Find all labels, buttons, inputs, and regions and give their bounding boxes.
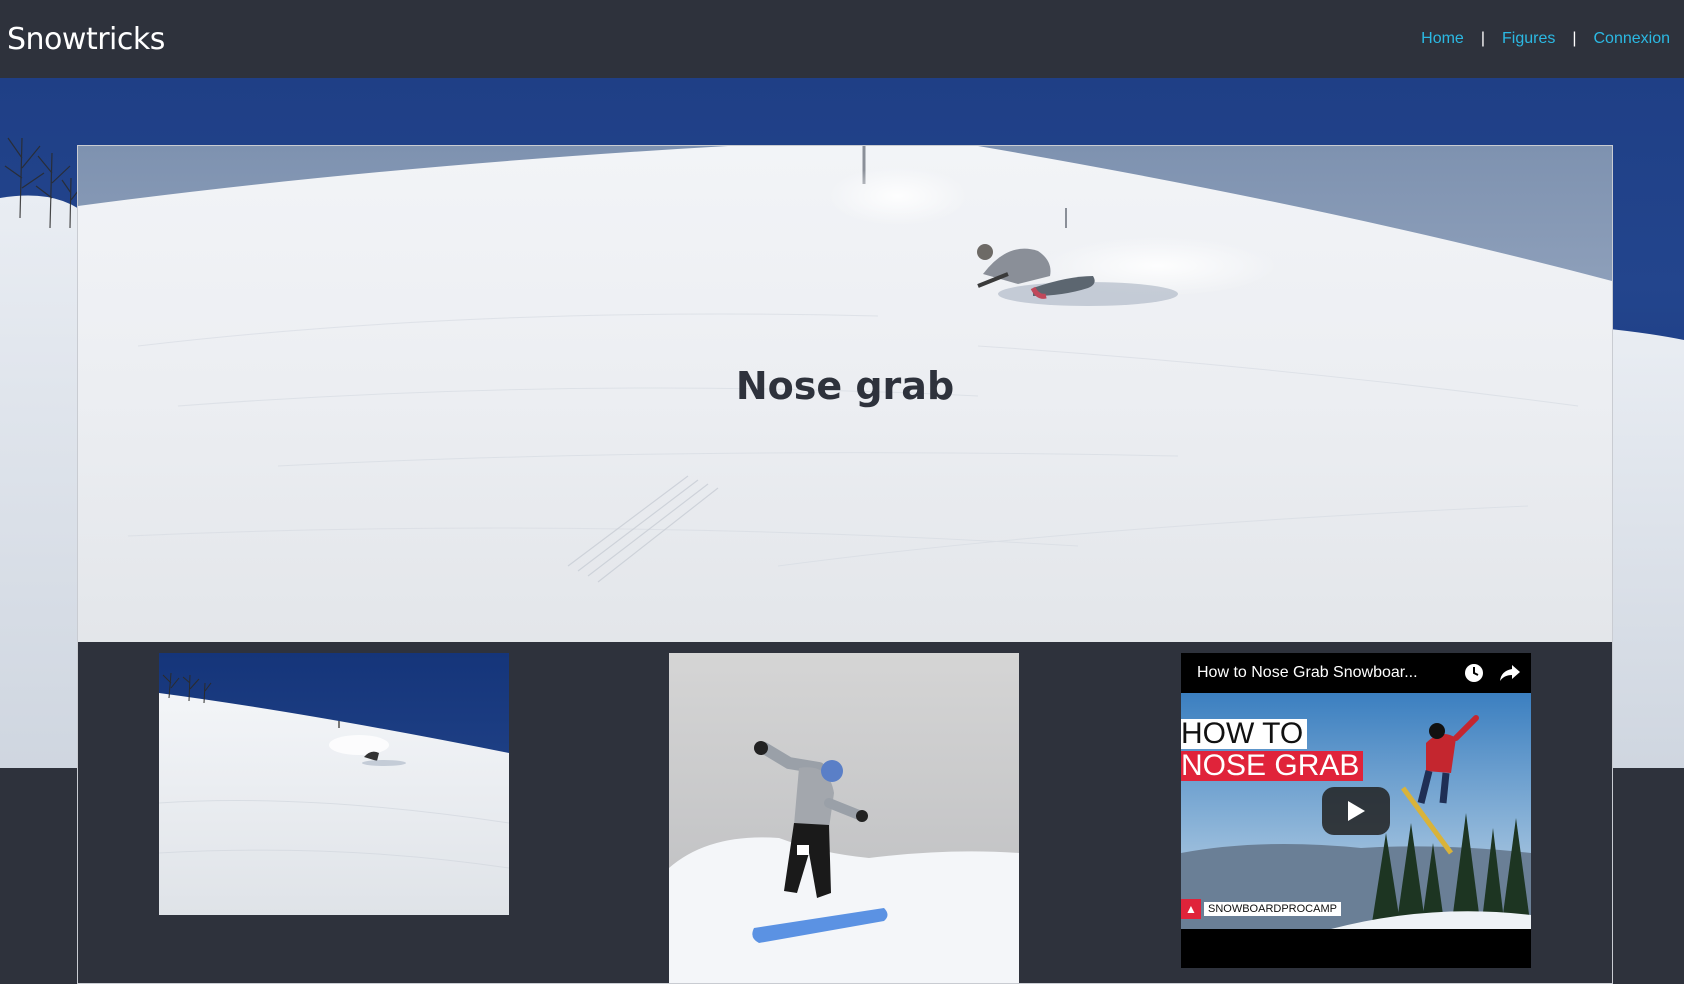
brand-logo[interactable]: Snowtricks bbox=[7, 22, 165, 57]
play-icon bbox=[1346, 800, 1366, 822]
navbar: Snowtricks Home | Figures | Connexion bbox=[0, 0, 1684, 78]
video-title[interactable]: How to Nose Grab Snowboar... bbox=[1197, 664, 1449, 682]
video-overlay-text-1: HOW TO bbox=[1181, 719, 1308, 749]
nav-separator: | bbox=[1572, 30, 1577, 47]
video-overlay-text-2: NOSE GRAB bbox=[1181, 751, 1364, 781]
nav-link-figures[interactable]: Figures bbox=[1502, 30, 1555, 48]
share-icon[interactable] bbox=[1499, 662, 1521, 684]
channel-logo-icon: ▲ bbox=[1181, 899, 1201, 919]
media-image-2[interactable] bbox=[669, 653, 1019, 983]
media-video-embed[interactable]: How to Nose Grab Snowboar... HOW TO NOSE… bbox=[1181, 653, 1531, 968]
media-image-1[interactable] bbox=[159, 653, 509, 915]
trick-title: Nose grab bbox=[735, 364, 955, 408]
trick-card: Nose grab How to Nose Grab Snowboar... H… bbox=[77, 145, 1613, 984]
nav-links: Home | Figures | Connexion bbox=[1421, 30, 1670, 48]
trick-hero-image: Nose grab bbox=[78, 146, 1612, 642]
channel-name: SNOWBOARDPROCAMP bbox=[1204, 902, 1341, 916]
nav-separator: | bbox=[1480, 30, 1485, 47]
video-top-bar: How to Nose Grab Snowboar... bbox=[1181, 653, 1531, 693]
play-button[interactable] bbox=[1322, 787, 1390, 835]
watch-later-icon[interactable] bbox=[1463, 662, 1485, 684]
nav-link-connexion[interactable]: Connexion bbox=[1594, 30, 1671, 48]
channel-badge: ▲ SNOWBOARDPROCAMP bbox=[1181, 899, 1341, 919]
nav-link-home[interactable]: Home bbox=[1421, 30, 1464, 48]
